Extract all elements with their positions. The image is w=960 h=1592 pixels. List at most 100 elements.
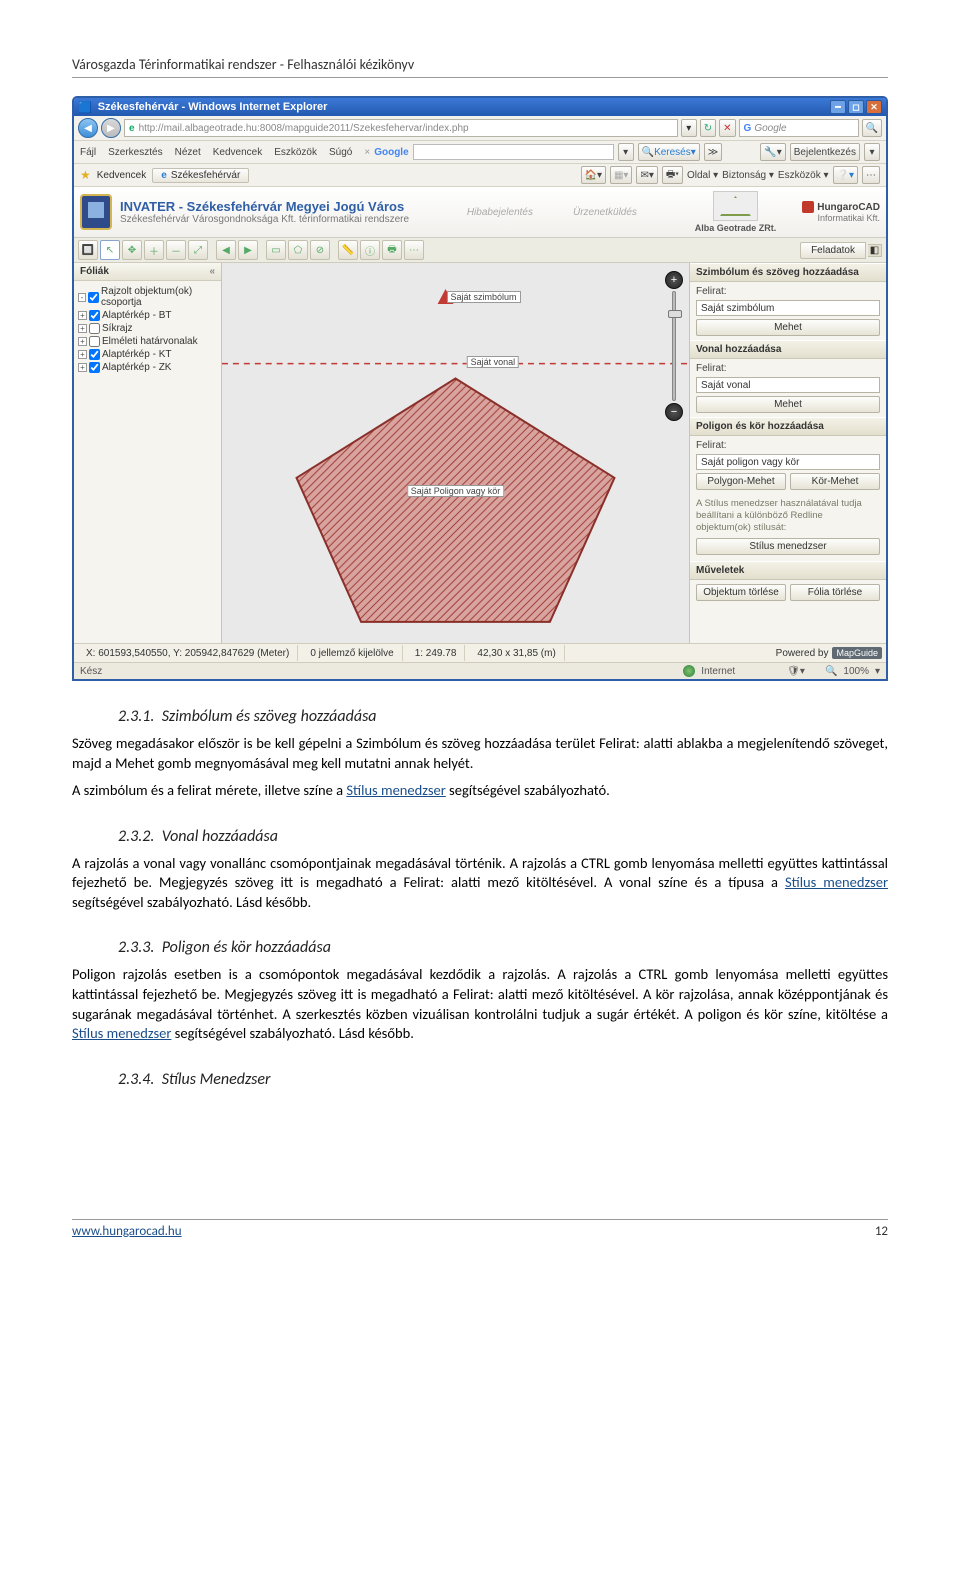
tasks-button[interactable]: Feladatok: [800, 242, 866, 259]
layer-item[interactable]: +Alaptérkép - KT: [78, 348, 217, 361]
tool-zoomout[interactable]: －: [166, 240, 186, 260]
line-go-button[interactable]: Mehet: [696, 396, 880, 413]
ie-zoom-value[interactable]: 100%: [843, 666, 869, 677]
google-search-dropdown[interactable]: ▾: [618, 143, 634, 161]
layer-checkbox[interactable]: [89, 349, 100, 360]
layer-item[interactable]: +Alaptérkép - BT: [78, 309, 217, 322]
tools-menu[interactable]: Eszközök: [778, 170, 829, 181]
ie-titlebar: 🟦 Székesfehérvár - Windows Internet Expl…: [74, 98, 886, 116]
login-dropdown[interactable]: ▾: [864, 143, 880, 161]
delete-object-button[interactable]: Objektum törlése: [696, 584, 786, 601]
zoom-thumb[interactable]: [668, 310, 682, 318]
map-canvas[interactable]: Saját szimbólum Saját vonal Saját Poligo…: [222, 263, 690, 643]
poly-text-input[interactable]: Saját poligon vagy kör: [696, 454, 880, 470]
section-2-3-3-p: Poligon rajzolás esetben is a csomóponto…: [72, 965, 888, 1043]
tool-pan[interactable]: ✥: [122, 240, 142, 260]
layers-panel: Fóliák« -Rajzolt objektum(ok) csoportja …: [74, 263, 222, 643]
menu-favorites[interactable]: Kedvencek: [213, 147, 262, 158]
page-menu[interactable]: Oldal: [687, 170, 718, 181]
browser-tab[interactable]: e Székesfehérvár: [152, 168, 249, 183]
style-manager-link-3[interactable]: Stílus menedzser: [72, 1024, 171, 1042]
maximize-button[interactable]: ◻: [848, 100, 864, 114]
tool-selectpoly[interactable]: ⬠: [288, 240, 308, 260]
tool-select[interactable]: ▭: [266, 240, 286, 260]
stop-button[interactable]: ✕: [719, 119, 735, 137]
print-icon[interactable]: 🖶▾: [662, 166, 683, 184]
tool-extent[interactable]: ⤢: [188, 240, 208, 260]
symbol-go-button[interactable]: Mehet: [696, 319, 880, 336]
minimize-button[interactable]: ━: [830, 100, 846, 114]
layer-checkbox[interactable]: [89, 336, 100, 347]
delete-layer-button[interactable]: Fólia törlése: [790, 584, 880, 601]
login-btn[interactable]: Bejelentkezés: [790, 143, 860, 161]
layer-checkbox[interactable]: [89, 362, 100, 373]
style-manager-link[interactable]: Stílus menedzser: [346, 781, 445, 799]
layer-checkbox[interactable]: [89, 323, 100, 334]
tool-zoomwin[interactable]: 🔲: [78, 240, 98, 260]
tasks-expand[interactable]: ◧: [868, 244, 882, 257]
polygon-go-button[interactable]: Polygon-Mehet: [696, 473, 786, 490]
symbol-text-input[interactable]: Saját szimbólum: [696, 300, 880, 316]
layers-panel-header[interactable]: Fóliák«: [74, 263, 221, 281]
security-menu[interactable]: Biztonság: [722, 170, 774, 181]
hdr-link-message[interactable]: Ürzenetküldés: [573, 207, 637, 218]
layer-checkbox[interactable]: [88, 292, 99, 303]
feeds-icon[interactable]: ▦▾: [610, 166, 632, 184]
page-footer: www.hungarocad.hu 12: [72, 1219, 888, 1239]
zoom-out-button[interactable]: −: [665, 403, 683, 421]
style-manager-button[interactable]: Stílus menedzser: [696, 538, 880, 555]
back-button[interactable]: ◀: [78, 118, 98, 138]
line-text-input[interactable]: Saját vonal: [696, 377, 880, 393]
section-2-3-1-heading: 2.3.1. Szimbólum és szöveg hozzáadása: [118, 707, 888, 726]
circle-go-button[interactable]: Kör-Mehet: [790, 473, 880, 490]
app-subtitle: Székesfehérvár Városgondnoksága Kft. tér…: [120, 214, 409, 225]
help-icon[interactable]: ❔▾: [833, 166, 858, 184]
zoom-in-button[interactable]: +: [665, 271, 683, 289]
home-icon[interactable]: 🏠▾: [581, 166, 606, 184]
ie-search-button[interactable]: 🔍: [862, 119, 882, 137]
tool-more[interactable]: ⋯: [404, 240, 424, 260]
footer-link[interactable]: www.hungarocad.hu: [72, 1224, 182, 1239]
tool-clear[interactable]: ⊘: [310, 240, 330, 260]
tool-measure[interactable]: 📏: [338, 240, 358, 260]
layer-checkbox[interactable]: [89, 310, 100, 321]
menu-edit[interactable]: Szerkesztés: [108, 147, 162, 158]
menu-help[interactable]: Súgó: [329, 147, 352, 158]
menu-file[interactable]: Fájl: [80, 147, 96, 158]
tool-zoomin[interactable]: ＋: [144, 240, 164, 260]
tool-pointer[interactable]: ↖: [100, 240, 120, 260]
forward-button[interactable]: ▶: [101, 118, 121, 138]
tool-next[interactable]: ▶: [238, 240, 258, 260]
refresh-button[interactable]: ↻: [700, 119, 716, 137]
mail-icon[interactable]: ✉▾: [636, 166, 657, 184]
zoom-slider[interactable]: + −: [665, 271, 683, 421]
layer-item[interactable]: +Elméleti határvonalak: [78, 335, 217, 348]
extra-icon[interactable]: ⋯: [862, 166, 880, 184]
close-button[interactable]: ✕: [866, 100, 882, 114]
ie-favorites-bar: ★ Kedvencek e Székesfehérvár 🏠▾ ▦▾ ✉▾ 🖶▾…: [74, 164, 886, 187]
tool-print[interactable]: 🖶: [382, 240, 402, 260]
tab-favicon: e: [161, 170, 167, 181]
ie-zoom-dropdown[interactable]: ▾: [875, 666, 880, 677]
menu-view[interactable]: Nézet: [175, 147, 201, 158]
layer-item[interactable]: +Alaptérkép - ZK: [78, 361, 217, 374]
zoom-icon[interactable]: 🔍: [825, 666, 837, 677]
style-manager-link-2[interactable]: Stílus menedzser: [785, 873, 888, 891]
layer-item[interactable]: -Rajzolt objektum(ok) csoportja: [78, 285, 217, 309]
google-more-btn[interactable]: ≫: [704, 143, 722, 161]
layer-item[interactable]: +Síkrajz: [78, 322, 217, 335]
hdr-link-bugreport[interactable]: Hibabejelentés: [467, 207, 533, 218]
favorites-star-icon[interactable]: ★: [80, 168, 91, 182]
url-dropdown[interactable]: ▾: [681, 119, 697, 137]
favorites-label[interactable]: Kedvencek: [97, 170, 146, 181]
section-2-3-3-heading: 2.3.3. Poligon és kör hozzáadása: [118, 938, 888, 957]
hungarocad-logo: HungaroCAD Informatikai Kft.: [802, 201, 880, 223]
tool-info[interactable]: ⓘ: [360, 240, 380, 260]
google-toolbar-input[interactable]: [413, 144, 614, 160]
wrench-icon[interactable]: 🔧▾: [760, 143, 785, 161]
tool-prev[interactable]: ◀: [216, 240, 236, 260]
google-search-btn[interactable]: 🔍 Keresés ▾: [638, 143, 700, 161]
menu-tools[interactable]: Eszközök: [274, 147, 317, 158]
url-bar[interactable]: e http://mail.albageotrade.hu:8008/mapgu…: [124, 119, 678, 137]
ie-search-box[interactable]: G Google: [739, 119, 859, 137]
